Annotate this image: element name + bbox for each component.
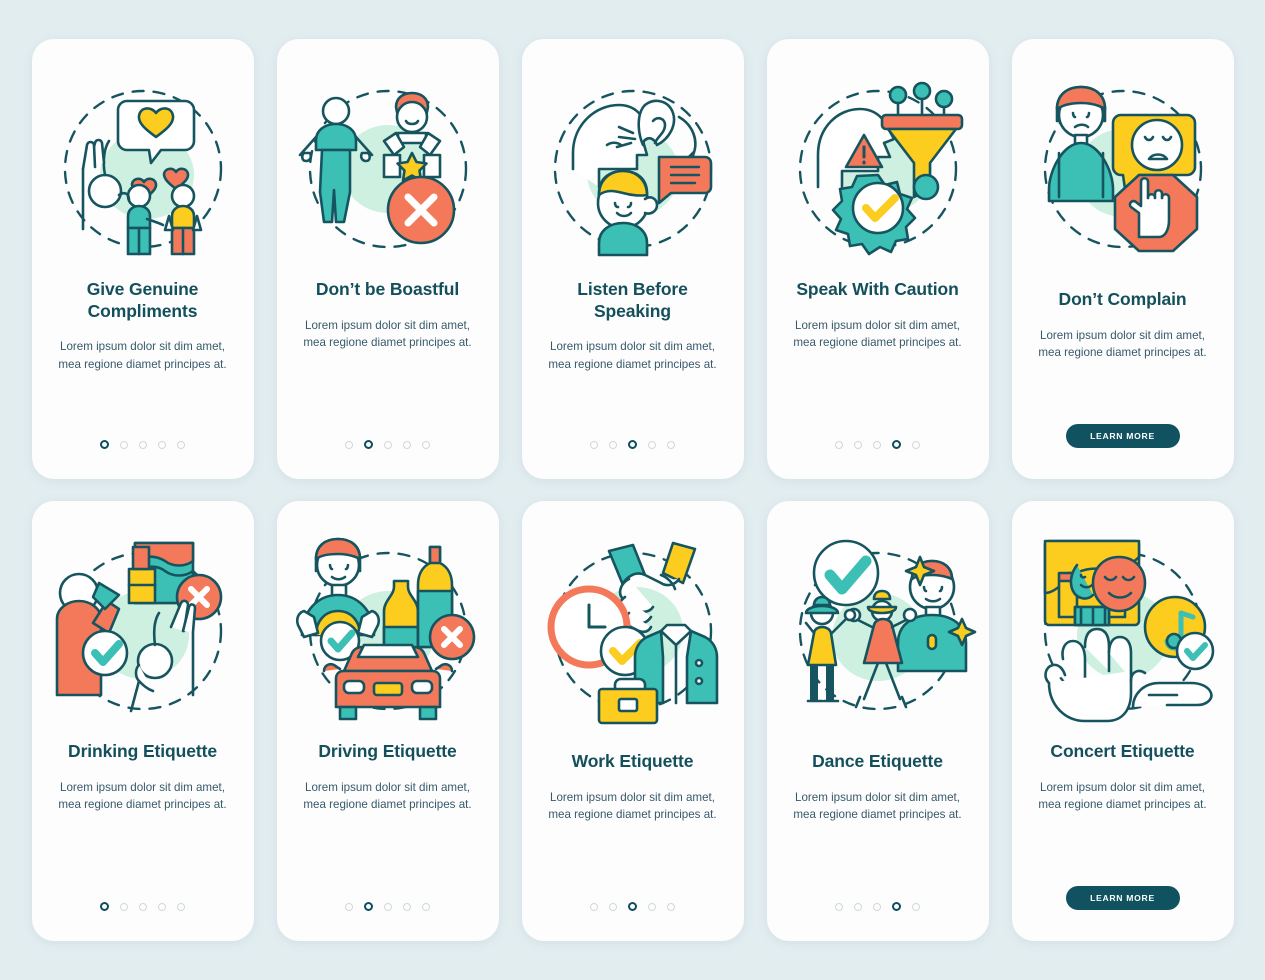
compliments-illustration [43,69,243,265]
pagination-dot-active[interactable] [100,440,109,449]
pagination-dot[interactable] [873,902,881,911]
pagination-dot[interactable] [158,902,166,911]
pagination-dot[interactable] [403,902,411,911]
screen-title: Don’t Complain [1058,289,1187,309]
boastful-illustration [288,69,488,265]
pagination-dot[interactable] [912,902,920,911]
onboarding-screen-listen-before-speaking: Listen Before Speaking Lorem ipsum dolor … [521,39,744,479]
pagination-dot[interactable] [139,902,147,911]
pagination-dot-active[interactable] [628,902,637,911]
screen-description: Lorem ipsum dolor sit dim amet, mea regi… [793,318,962,350]
screen-title: Speak With Caution [796,279,959,299]
pagination-dot[interactable] [648,440,656,449]
pagination-dot-active[interactable] [628,440,637,449]
onboarding-screen-driving-etiquette: Driving Etiquette Lorem ipsum dolor sit d… [276,501,499,941]
screen-description: Lorem ipsum dolor sit dim amet, mea regi… [303,318,472,350]
pagination-dots [590,902,675,911]
pagination-dot[interactable] [854,440,862,449]
driving-illustration [288,531,488,727]
listening-illustration [533,69,733,265]
pagination-dot[interactable] [403,440,411,449]
onboarding-screen-drinking-etiquette: Drinking Etiquette Lorem ipsum dolor sit … [31,501,254,941]
pagination-dot[interactable] [345,440,353,449]
pagination-dot[interactable] [120,902,128,911]
pagination-dot[interactable] [609,902,617,911]
screen-title: Listen Before Speaking [577,279,688,321]
pagination-dot[interactable] [667,902,675,911]
pagination-dot[interactable] [384,902,392,911]
caution-illustration [778,69,978,265]
pagination-dots [345,440,430,449]
pagination-dot-active[interactable] [100,902,109,911]
complain-illustration [1023,69,1223,265]
pagination-dots [590,440,675,449]
screen-description: Lorem ipsum dolor sit dim amet, mea regi… [1038,780,1207,812]
pagination-dot[interactable] [873,440,881,449]
screen-description: Lorem ipsum dolor sit dim amet, mea regi… [793,790,962,822]
screen-description: Lorem ipsum dolor sit dim amet, mea regi… [303,780,472,812]
screen-title: Driving Etiquette [318,741,457,761]
pagination-dot[interactable] [912,440,920,449]
pagination-dot[interactable] [609,440,617,449]
screen-title: Work Etiquette [571,751,694,771]
pagination-dot[interactable] [854,902,862,911]
onboarding-screen-work-etiquette: Work Etiquette Lorem ipsum dolor sit dim … [521,501,744,941]
pagination-dot[interactable] [345,902,353,911]
pagination-dot[interactable] [177,440,185,449]
pagination-dot[interactable] [835,902,843,911]
screen-description: Lorem ipsum dolor sit dim amet, mea regi… [548,340,717,371]
onboarding-screen-speak-with-caution: Speak With Caution Lorem ipsum dolor sit … [766,39,989,479]
screen-title: Dance Etiquette [812,751,943,771]
pagination-dots [100,440,185,449]
screen-description: Lorem ipsum dolor sit dim amet, mea regi… [58,340,227,371]
pagination-dots [345,902,430,911]
screen-description: Lorem ipsum dolor sit dim amet, mea regi… [1038,328,1207,360]
learn-more-button[interactable]: LEARN MORE [1065,424,1180,448]
screen-title: Drinking Etiquette [68,741,217,761]
pagination-dot-active[interactable] [892,440,901,449]
pagination-dot[interactable] [835,440,843,449]
pagination-dot[interactable] [177,902,185,911]
onboarding-screen-dance-etiquette: Dance Etiquette Lorem ipsum dolor sit dim… [766,501,989,941]
pagination-dot-active[interactable] [892,902,901,911]
pagination-dot[interactable] [120,440,128,449]
onboarding-screen-dont-be-boastful: Don’t be Boastful Lorem ipsum dolor sit d… [276,39,499,479]
pagination-dot[interactable] [384,440,392,449]
pagination-dot[interactable] [590,440,598,449]
pagination-dot[interactable] [667,440,675,449]
pagination-dot[interactable] [590,902,598,911]
screen-description: Lorem ipsum dolor sit dim amet, mea regi… [548,790,717,822]
pagination-dots [100,902,185,911]
screen-description: Lorem ipsum dolor sit dim amet, mea regi… [58,780,227,812]
screen-title: Don’t be Boastful [315,279,460,299]
pagination-dot[interactable] [648,902,656,911]
concert-illustration [1023,531,1223,727]
onboarding-screens-board: Give Genuine Compliments Lorem ipsum dolo… [0,0,1265,980]
learn-more-button[interactable]: LEARN MORE [1065,886,1180,910]
pagination-dots [835,902,920,911]
screen-title: Concert Etiquette [1050,741,1195,761]
pagination-dot[interactable] [422,440,430,449]
pagination-dot[interactable] [422,902,430,911]
dance-illustration [778,531,978,727]
screen-title: Give Genuine Compliments [86,279,199,321]
pagination-dot-active[interactable] [364,440,373,449]
pagination-dot-active[interactable] [364,902,373,911]
onboarding-screen-concert-etiquette: Concert Etiquette Lorem ipsum dolor sit d… [1011,501,1234,941]
drinking-illustration [43,531,243,727]
pagination-dots [835,440,920,449]
work-illustration [533,531,733,727]
pagination-dot[interactable] [139,440,147,449]
onboarding-screen-give-genuine-compliments: Give Genuine Compliments Lorem ipsum dolo… [31,39,254,479]
onboarding-screen-dont-complain: Don’t Complain Lorem ipsum dolor sit dim … [1011,39,1234,479]
pagination-dot[interactable] [158,440,166,449]
